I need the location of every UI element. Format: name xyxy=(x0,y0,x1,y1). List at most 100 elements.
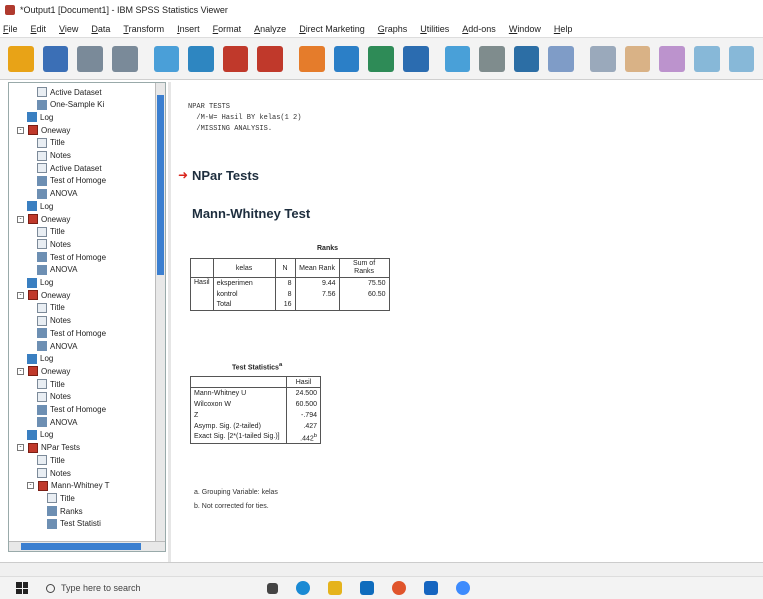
outline-item[interactable]: Notes xyxy=(37,150,71,162)
firefox-icon[interactable] xyxy=(391,581,406,595)
scroll-thumb[interactable] xyxy=(157,95,164,275)
outline-item[interactable]: - Oneway xyxy=(17,213,70,225)
outline-vertical-scrollbar[interactable] xyxy=(155,83,165,551)
export-icon[interactable] xyxy=(153,45,180,72)
outline-item[interactable]: ANOVA xyxy=(37,340,77,352)
edge-browser-icon[interactable] xyxy=(295,581,310,595)
redo-icon[interactable] xyxy=(257,45,283,72)
outline-item[interactable]: Test of Homoge xyxy=(37,251,106,263)
open-folder-icon[interactable] xyxy=(8,45,34,72)
collapse-toggle-icon[interactable]: - xyxy=(17,291,24,299)
store-icon[interactable] xyxy=(359,581,374,595)
menu-data[interactable]: Data xyxy=(91,24,110,34)
collapse-toggle-icon[interactable]: - xyxy=(17,126,24,134)
chrome-icon[interactable] xyxy=(455,581,470,595)
insert-title-icon[interactable] xyxy=(590,45,616,72)
demote-icon[interactable] xyxy=(728,45,755,72)
outline-item[interactable]: Active Dataset xyxy=(37,86,102,98)
outline-item[interactable]: Log xyxy=(27,429,53,441)
print-preview-icon[interactable] xyxy=(111,45,138,72)
outline-item[interactable]: Log xyxy=(27,353,53,365)
outline-item[interactable]: Title xyxy=(37,302,65,314)
table-row: kontrol 8 7.56 60.50 xyxy=(191,288,390,300)
create-chart-icon[interactable] xyxy=(659,45,685,72)
page-icon xyxy=(37,137,47,148)
insert-heading-icon[interactable] xyxy=(548,45,574,72)
pane-divider[interactable] xyxy=(168,82,171,562)
outline-item[interactable]: - Oneway xyxy=(17,124,70,136)
collapse-toggle-icon[interactable]: - xyxy=(17,444,24,452)
outline-item[interactable]: Notes xyxy=(37,467,71,479)
scroll-thumb[interactable] xyxy=(21,543,141,550)
outline-item[interactable]: Ranks xyxy=(47,505,83,517)
outline-item[interactable]: Title xyxy=(37,454,65,466)
outline-item[interactable]: ANOVA xyxy=(37,264,77,276)
menu-insert[interactable]: Insert xyxy=(177,24,200,34)
test-statistics-table[interactable]: Hasil Mann-Whitney U 24.500 Wilcoxon W 60.50… xyxy=(190,376,321,444)
spss-taskbar-icon[interactable] xyxy=(423,581,438,595)
outline-item[interactable]: Log xyxy=(27,200,53,212)
outline-item[interactable]: Log xyxy=(27,277,53,289)
outline-item[interactable]: Log xyxy=(27,111,53,123)
show-all-icon[interactable] xyxy=(444,45,471,72)
menu-file[interactable]: File xyxy=(3,24,18,34)
menu-help[interactable]: Help xyxy=(554,24,573,34)
outline-item[interactable]: Notes xyxy=(37,391,71,403)
collapse-toggle-icon[interactable]: - xyxy=(17,367,24,375)
recall-dialog-icon[interactable] xyxy=(188,45,214,72)
outline-item[interactable]: - NPar Tests xyxy=(17,442,80,454)
outline-item[interactable]: ANOVA xyxy=(37,188,77,200)
outline-item[interactable]: ANOVA xyxy=(37,416,77,428)
taskbar-search[interactable]: Type here to search xyxy=(46,583,141,593)
outline-item[interactable]: Test of Homoge xyxy=(37,327,106,339)
table-cell: -.794 xyxy=(286,409,321,421)
menu-view[interactable]: View xyxy=(59,24,78,34)
outline-item[interactable]: Test Statisti xyxy=(47,518,101,530)
menu-transform[interactable]: Transform xyxy=(123,24,164,34)
menu-edit[interactable]: Edit xyxy=(31,24,47,34)
outline-item[interactable]: - Oneway xyxy=(17,365,70,377)
outline-item[interactable]: Notes xyxy=(37,238,71,250)
outline-item[interactable]: Title xyxy=(37,378,65,390)
ranks-table[interactable]: kelas N Mean Rank Sum of Ranks Hasil eksperim… xyxy=(190,258,390,311)
outline-item[interactable]: Active Dataset xyxy=(37,162,102,174)
windows-start-icon[interactable] xyxy=(16,582,28,594)
outline-item[interactable]: Notes xyxy=(37,315,71,327)
file-explorer-icon[interactable] xyxy=(327,581,342,595)
outline-item[interactable]: Title xyxy=(37,226,65,238)
promote-icon[interactable] xyxy=(693,45,720,72)
task-view-icon[interactable] xyxy=(266,582,278,594)
outline-item-label: Log xyxy=(40,354,54,364)
outline-item[interactable]: - Mann-Whitney T xyxy=(27,480,110,492)
menu-add-ons[interactable]: Add-ons xyxy=(462,24,496,34)
menu-window[interactable]: Window xyxy=(509,24,541,34)
table-row: Asymp. Sig. (2-tailed) .427 xyxy=(190,420,321,432)
variables-icon[interactable] xyxy=(402,45,429,72)
log-icon xyxy=(27,429,37,440)
outline-item[interactable]: Test of Homoge xyxy=(37,175,106,187)
undo-icon[interactable] xyxy=(222,45,249,72)
outline-item[interactable]: Title xyxy=(47,492,75,504)
insert-text-icon[interactable] xyxy=(624,45,651,72)
designate-window-icon[interactable] xyxy=(513,45,540,72)
outline-horizontal-scrollbar[interactable] xyxy=(9,541,165,551)
menu-graphs[interactable]: Graphs xyxy=(378,24,408,34)
menu-analyze[interactable]: Analyze xyxy=(254,24,286,34)
save-icon[interactable] xyxy=(42,45,69,72)
goto-data-icon[interactable] xyxy=(299,45,325,72)
outline-item[interactable]: Title xyxy=(37,137,65,149)
menu-direct-marketing[interactable]: Direct Marketing xyxy=(299,24,365,34)
print-icon[interactable] xyxy=(77,45,103,72)
menu-format[interactable]: Format xyxy=(213,24,242,34)
goto-case-icon[interactable] xyxy=(333,45,360,72)
menu-utilities[interactable]: Utilities xyxy=(420,24,449,34)
goto-variable-icon[interactable] xyxy=(368,45,394,72)
outline-item[interactable]: One-Sample Ki xyxy=(37,99,104,111)
hide-icon[interactable] xyxy=(479,45,505,72)
outline-item[interactable]: Test of Homoge xyxy=(37,404,106,416)
outline-item[interactable]: - Oneway xyxy=(17,289,70,301)
collapse-toggle-icon[interactable]: - xyxy=(27,482,34,490)
table-row: Wilcoxon W 60.500 xyxy=(190,398,321,410)
page-icon xyxy=(47,493,57,504)
collapse-toggle-icon[interactable]: - xyxy=(17,215,24,223)
